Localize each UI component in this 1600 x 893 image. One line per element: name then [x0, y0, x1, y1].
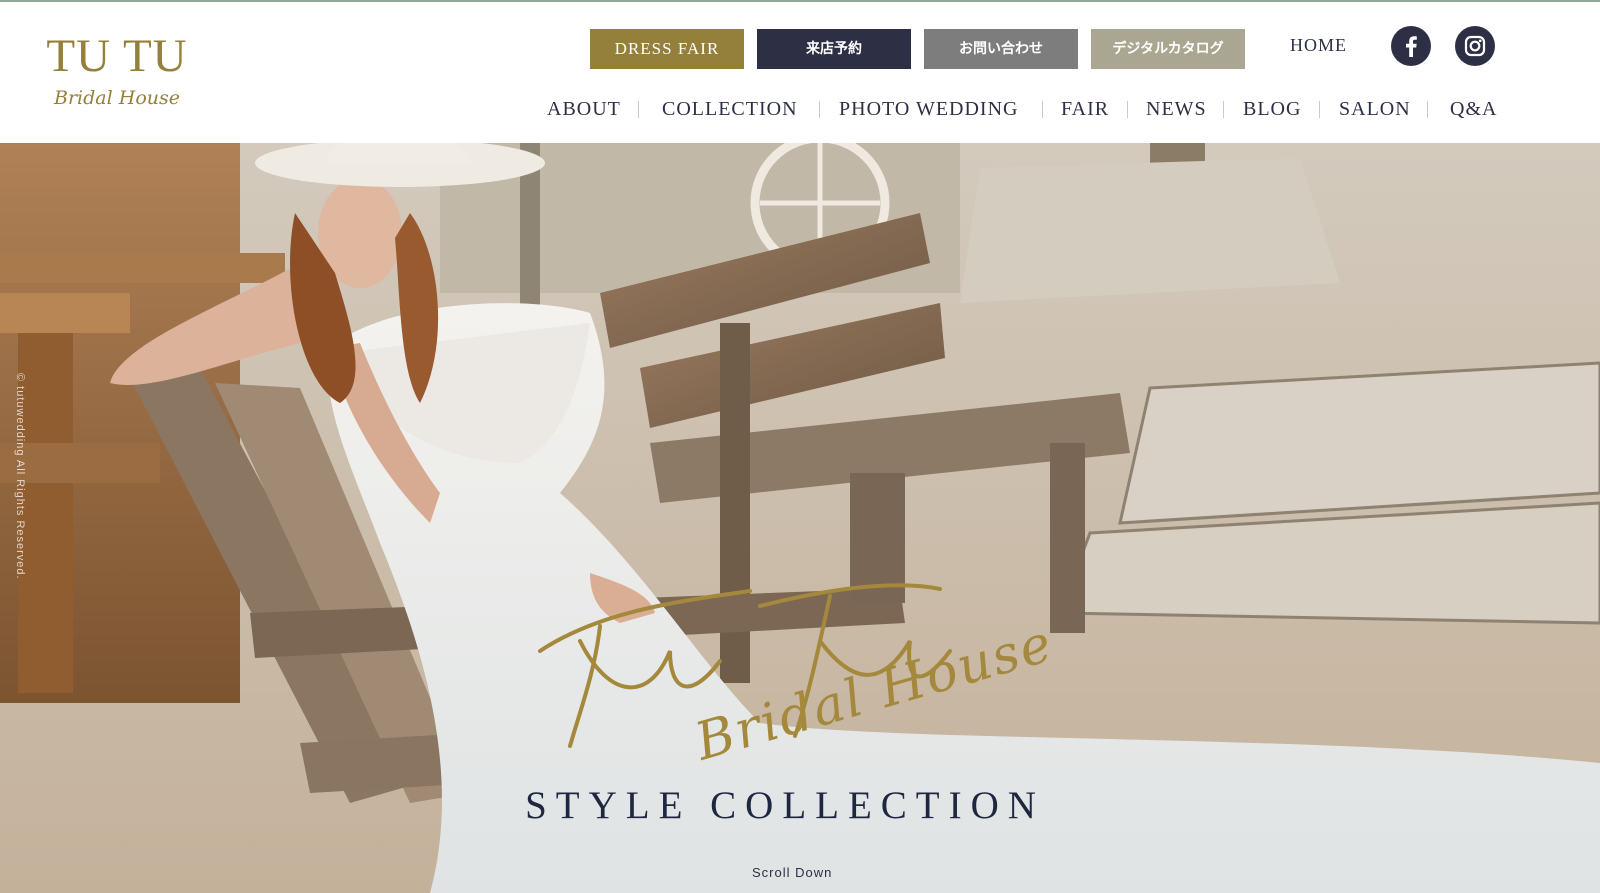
style-collection-text: STYLE COLLECTION — [525, 784, 1045, 827]
site-logo[interactable]: TU TU Bridal House — [42, 30, 202, 114]
nav-divider — [1223, 101, 1224, 118]
nav-divider — [638, 101, 639, 118]
logo-main-text: TU TU — [46, 30, 188, 82]
store-reservation-button[interactable]: 来店予約 — [757, 29, 911, 69]
home-link[interactable]: HOME — [1290, 35, 1347, 56]
nav-divider — [1319, 101, 1320, 118]
style-collection-title: STYLE COLLECTION — [0, 783, 1600, 828]
nav-divider — [1127, 101, 1128, 118]
scroll-down-indicator[interactable]: Scroll Down — [752, 865, 832, 880]
hero-photo — [0, 143, 1600, 893]
nav-qa[interactable]: Q&A — [1450, 95, 1497, 123]
site-header: TU TU Bridal House DRESS FAIR 来店予約 お問い合わ… — [0, 0, 1600, 143]
nav-divider — [1042, 101, 1043, 118]
copyright-text: © tutuwedding All Rights Reserved. — [14, 373, 26, 580]
nav-blog[interactable]: BLOG — [1243, 95, 1301, 123]
nav-news[interactable]: NEWS — [1146, 95, 1207, 123]
facebook-icon — [1406, 36, 1417, 57]
nav-divider — [1427, 101, 1428, 118]
nav-photo-wedding[interactable]: PHOTO WEDDING — [839, 95, 1018, 123]
instagram-link[interactable] — [1455, 26, 1495, 66]
nav-collection[interactable]: COLLECTION — [662, 95, 798, 123]
digital-catalog-button[interactable]: デジタルカタログ — [1091, 29, 1245, 69]
facebook-link[interactable] — [1391, 26, 1431, 66]
hero-section: © tutuwedding All Rights Reserved. Brida… — [0, 143, 1600, 893]
logo-sub-text: Bridal House — [54, 87, 180, 109]
main-navigation: ABOUT COLLECTION PHOTO WEDDING FAIR NEWS… — [530, 95, 1500, 125]
dress-fair-button[interactable]: DRESS FAIR — [590, 29, 744, 69]
instagram-icon — [1464, 35, 1486, 57]
nav-about[interactable]: ABOUT — [547, 95, 621, 123]
contact-button[interactable]: お問い合わせ — [924, 29, 1078, 69]
nav-salon[interactable]: SALON — [1339, 95, 1411, 123]
nav-divider — [819, 101, 820, 118]
nav-fair[interactable]: FAIR — [1061, 95, 1109, 123]
